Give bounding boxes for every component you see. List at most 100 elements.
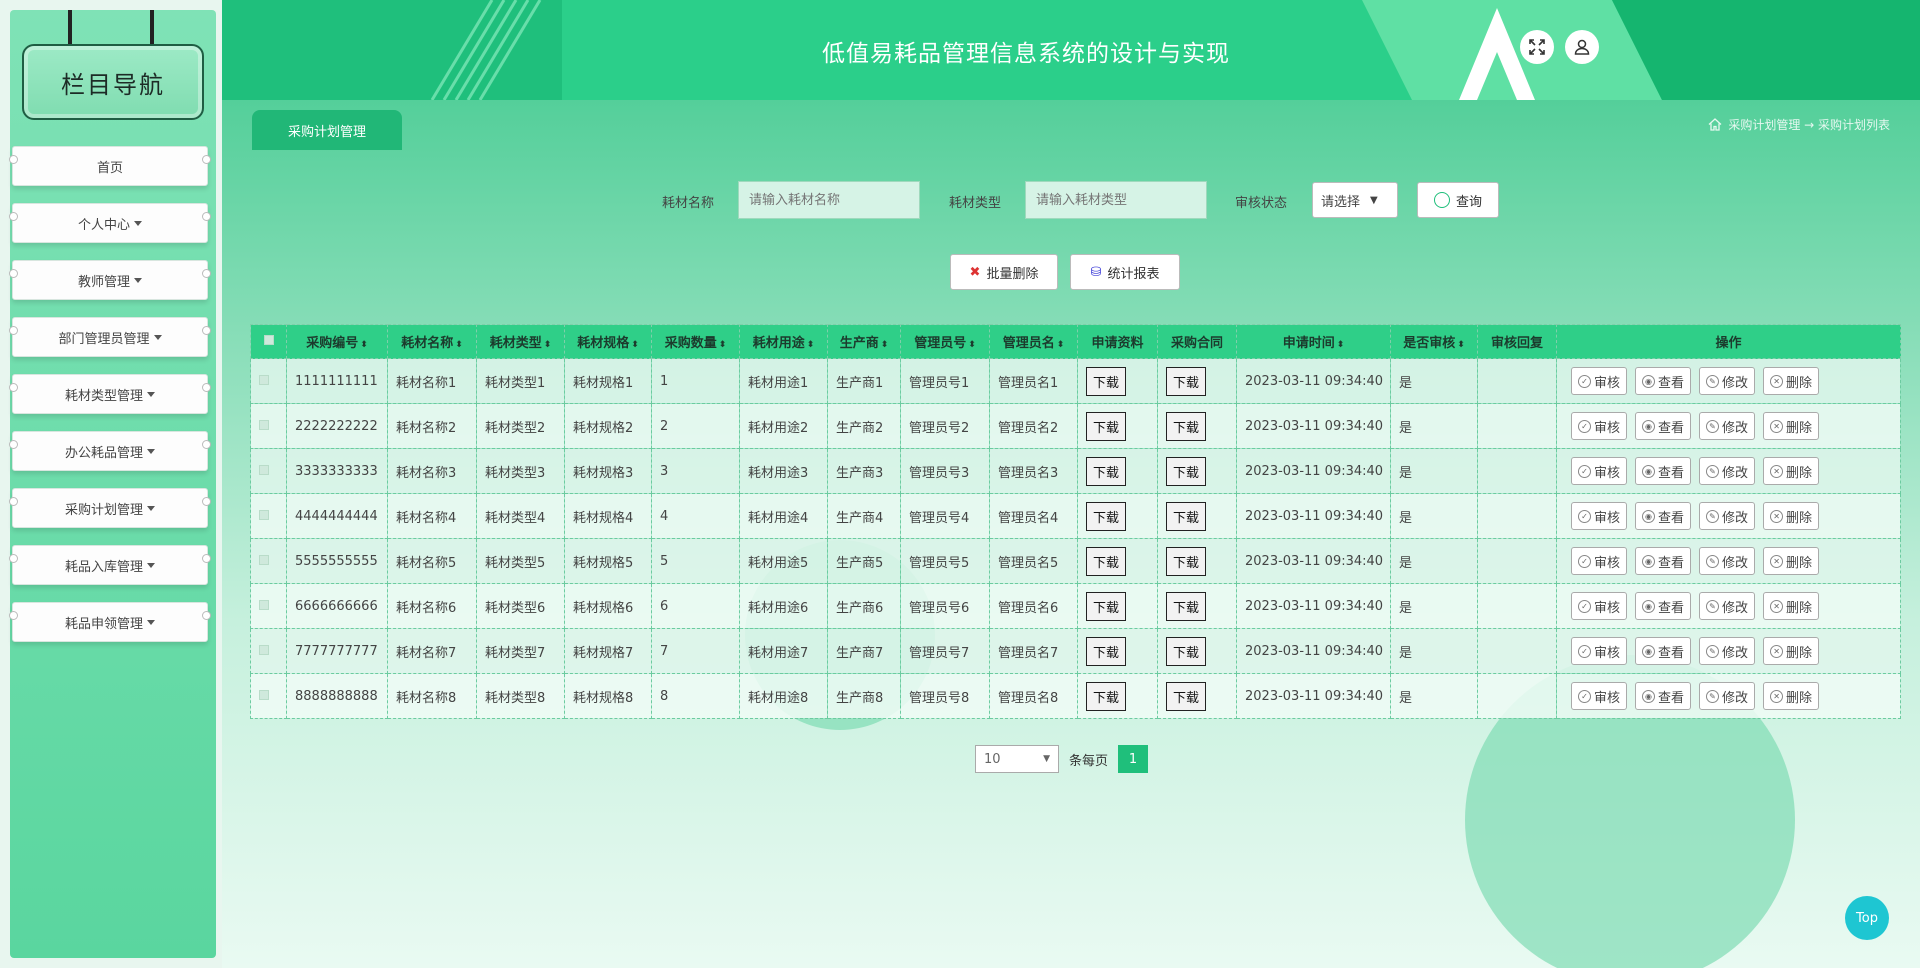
row-checkbox-cell[interactable] [250,673,287,719]
row-checkbox-cell[interactable] [250,358,287,404]
column-header[interactable]: 申请时间 ⬍ [1236,324,1391,359]
table-row[interactable]: 4444444444 耗材名称4 耗材类型4 耗材规格4 4 耗材用途4 生产商4 管理员号4… [250,493,1901,539]
download-button[interactable]: 下载 [1086,636,1127,666]
checkbox[interactable] [259,464,269,475]
back-to-top-button[interactable]: Top [1845,896,1889,940]
op-button-0[interactable]: ✓ 审核 [1571,502,1628,530]
tab-purchase-plan[interactable]: 采购计划管理 [252,110,402,150]
column-header[interactable]: 采购数量 ⬍ [651,324,740,359]
report-button[interactable]: ⛁ 统计报表 [1070,254,1180,290]
op-button-3[interactable]: ✕ 删除 [1763,367,1820,395]
table-row[interactable]: 5555555555 耗材名称5 耗材类型5 耗材规格5 5 耗材用途5 生产商5 管理员号5… [250,538,1901,584]
row-checkbox-cell[interactable] [250,493,287,539]
op-button-1[interactable]: ◉ 查看 [1635,682,1692,710]
select-all-checkbox[interactable] [250,324,287,359]
checkbox[interactable] [259,374,269,385]
op-button-1[interactable]: ◉ 查看 [1635,457,1692,485]
checkbox[interactable] [259,689,269,700]
op-button-3[interactable]: ✕ 删除 [1763,502,1820,530]
download-button[interactable]: 下载 [1086,366,1127,396]
checkbox[interactable] [263,335,274,345]
op-button-0[interactable]: ✓ 审核 [1571,412,1628,440]
checkbox[interactable] [259,644,269,655]
column-header[interactable]: 管理员名 ⬍ [989,324,1078,359]
page-number-button[interactable]: 1 [1118,745,1149,773]
column-header[interactable]: 采购编号 ⬍ [286,324,388,359]
download-button[interactable]: 下载 [1166,366,1207,396]
op-button-0[interactable]: ✓ 审核 [1571,547,1628,575]
sort-icon[interactable]: ⬍ [807,340,815,350]
sort-icon[interactable]: ⬍ [968,340,976,350]
column-header[interactable]: 管理员号 ⬍ [900,324,990,359]
table-row[interactable]: 6666666666 耗材名称6 耗材类型6 耗材规格6 6 耗材用途6 生产商6 管理员号6… [250,583,1901,629]
sort-icon[interactable]: ⬍ [1057,340,1065,350]
sidebar-item[interactable]: 耗品入库管理 [9,545,211,585]
type-search-input[interactable] [1025,181,1207,219]
row-checkbox-cell[interactable] [250,403,287,449]
download-button[interactable]: 下载 [1166,501,1207,531]
op-button-1[interactable]: ◉ 查看 [1635,547,1692,575]
user-button[interactable] [1565,30,1599,64]
sidebar-item[interactable]: 个人中心 [9,203,211,243]
table-row[interactable]: 7777777777 耗材名称7 耗材类型7 耗材规格7 7 耗材用途7 生产商7 管理员号7… [250,628,1901,674]
download-button[interactable]: 下载 [1086,411,1127,441]
column-header[interactable]: 耗材用途 ⬍ [739,324,828,359]
column-header[interactable]: 耗材规格 ⬍ [564,324,652,359]
op-button-0[interactable]: ✓ 审核 [1571,457,1628,485]
sort-icon[interactable]: ⬍ [455,340,463,350]
checkbox[interactable] [259,509,269,520]
checkbox[interactable] [259,599,269,610]
sidebar-item[interactable]: 部门管理员管理 [9,317,211,357]
row-checkbox-cell[interactable] [250,448,287,494]
row-checkbox-cell[interactable] [250,538,287,584]
download-button[interactable]: 下载 [1166,546,1207,576]
op-button-1[interactable]: ◉ 查看 [1635,412,1692,440]
op-button-3[interactable]: ✕ 删除 [1763,637,1820,665]
column-header[interactable]: 是否审核 ⬍ [1390,324,1478,359]
status-select[interactable]: 请选择 ▼ [1312,182,1398,218]
sidebar-item[interactable]: 教师管理 [9,260,211,300]
sidebar-item[interactable]: 办公耗品管理 [9,431,211,471]
sidebar-item[interactable]: 耗材类型管理 [9,374,211,414]
query-button[interactable]: 查询 [1417,182,1499,218]
op-button-3[interactable]: ✕ 删除 [1763,592,1820,620]
op-button-3[interactable]: ✕ 删除 [1763,457,1820,485]
op-button-0[interactable]: ✓ 审核 [1571,592,1628,620]
op-button-1[interactable]: ◉ 查看 [1635,502,1692,530]
table-row[interactable]: 1111111111 耗材名称1 耗材类型1 耗材规格1 1 耗材用途1 生产商1 管理员号1… [250,358,1901,404]
download-button[interactable]: 下载 [1086,591,1127,621]
sort-icon[interactable]: ⬍ [719,340,727,350]
fullscreen-button[interactable] [1520,30,1554,64]
table-row[interactable]: 2222222222 耗材名称2 耗材类型2 耗材规格2 2 耗材用途2 生产商2 管理员号2… [250,403,1901,449]
op-button-2[interactable]: ✎ 修改 [1699,367,1756,395]
column-header[interactable]: 生产商 ⬍ [827,324,901,359]
op-button-3[interactable]: ✕ 删除 [1763,547,1820,575]
sort-icon[interactable]: ⬍ [881,340,889,350]
op-button-2[interactable]: ✎ 修改 [1699,457,1756,485]
op-button-2[interactable]: ✎ 修改 [1699,682,1756,710]
batch-delete-button[interactable]: ✖ 批量删除 [950,254,1058,290]
op-button-0[interactable]: ✓ 审核 [1571,637,1628,665]
checkbox[interactable] [259,554,269,565]
sidebar-item[interactable]: 首页 [9,146,211,186]
sort-icon[interactable]: ⬍ [631,340,639,350]
sort-icon[interactable]: ⬍ [544,340,552,350]
sort-icon[interactable]: ⬍ [360,340,368,350]
op-button-2[interactable]: ✎ 修改 [1699,412,1756,440]
download-button[interactable]: 下载 [1166,681,1207,711]
download-button[interactable]: 下载 [1086,501,1127,531]
op-button-0[interactable]: ✓ 审核 [1571,367,1628,395]
download-button[interactable]: 下载 [1166,411,1207,441]
download-button[interactable]: 下载 [1166,591,1207,621]
op-button-2[interactable]: ✎ 修改 [1699,637,1756,665]
sort-icon[interactable]: ⬍ [1337,340,1345,350]
column-header[interactable]: 耗材类型 ⬍ [476,324,565,359]
page-size-select[interactable]: 10 ▼ [975,745,1059,773]
op-button-2[interactable]: ✎ 修改 [1699,592,1756,620]
op-button-2[interactable]: ✎ 修改 [1699,502,1756,530]
op-button-1[interactable]: ◉ 查看 [1635,637,1692,665]
op-button-1[interactable]: ◉ 查看 [1635,367,1692,395]
op-button-3[interactable]: ✕ 删除 [1763,412,1820,440]
op-button-3[interactable]: ✕ 删除 [1763,682,1820,710]
op-button-0[interactable]: ✓ 审核 [1571,682,1628,710]
